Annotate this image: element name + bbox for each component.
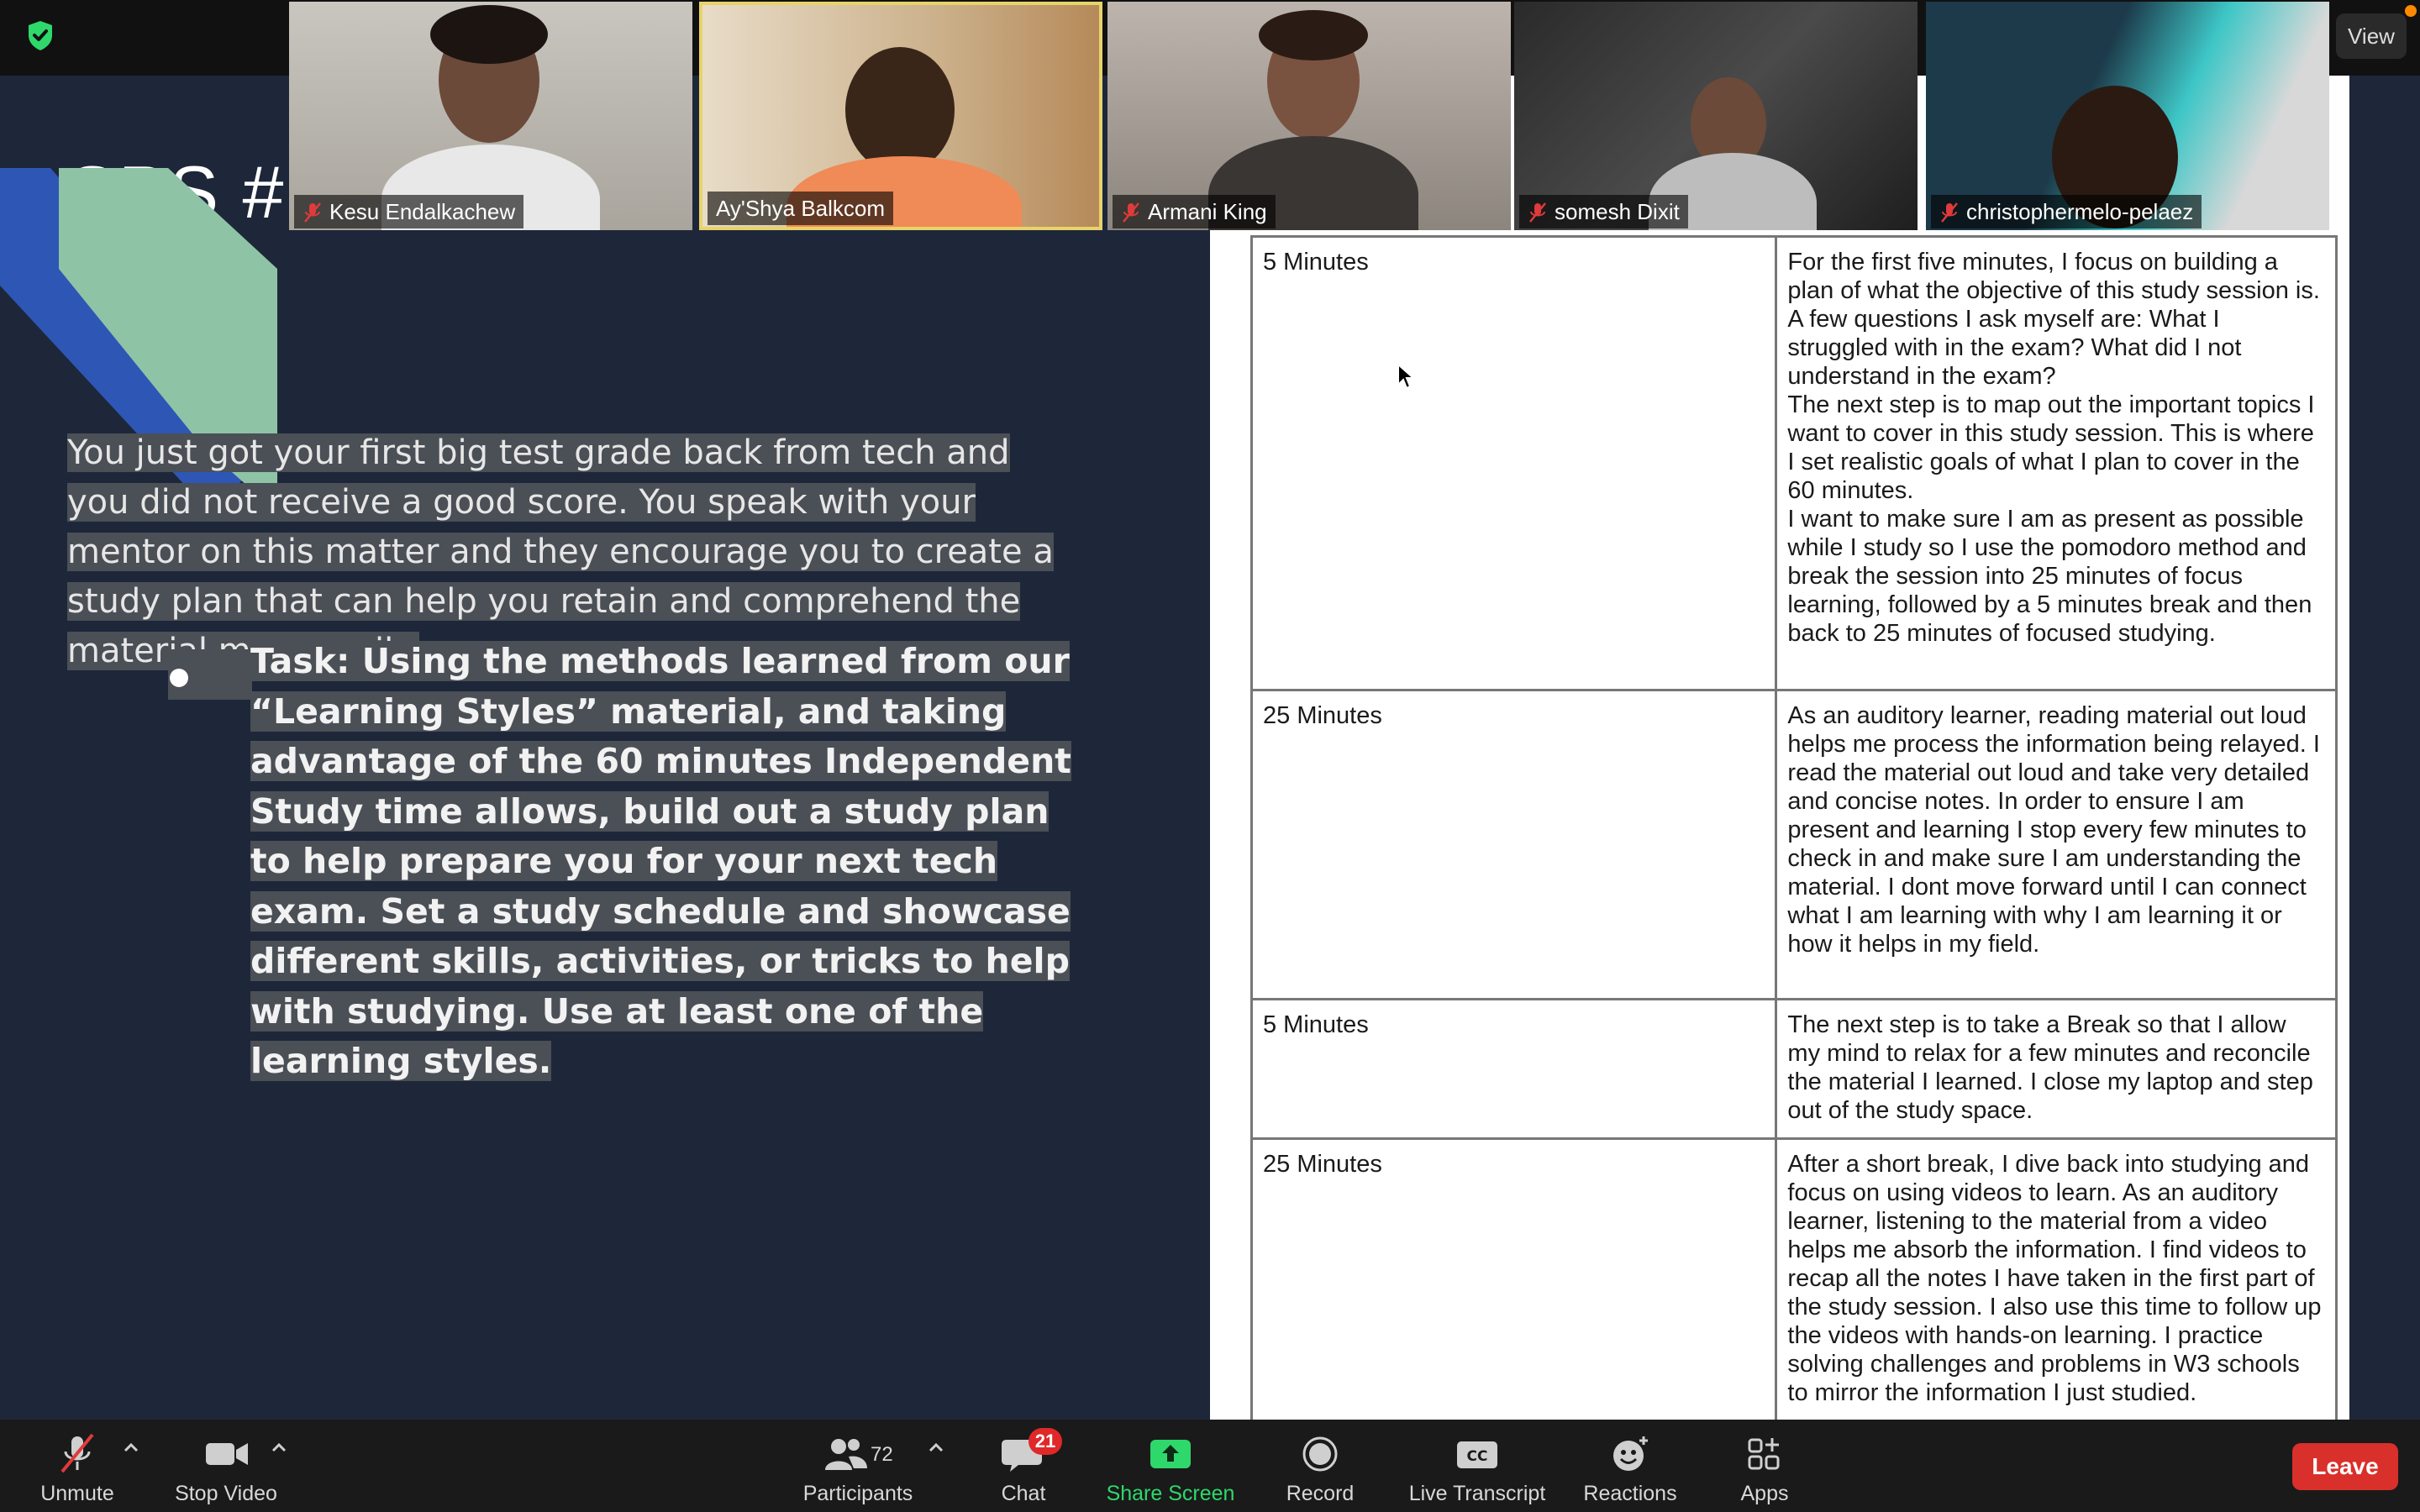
participant-name-badge: Ay'Shya Balkcom [708,192,894,225]
participant-name-badge: Armani King [1113,195,1276,228]
record-button[interactable]: Record [1279,1420,1361,1512]
description-cell: For the first five minutes, I focus on b… [1775,235,2338,691]
participant-name-badge: christophermelo-pelaez [1931,195,2202,228]
notification-dot [2405,5,2417,17]
chat-button[interactable]: 21 Chat [990,1420,1062,1512]
participant-tile[interactable]: somesh Dixit [1514,2,1918,230]
meeting-controls-toolbar: Unmute Stop Video 72 Participants 21 Cha… [0,1420,2420,1512]
share-screen-button[interactable]: Share Screen [1101,1420,1240,1512]
participant-name: Ay'Shya Balkcom [716,196,886,221]
description-cell: The next step is to take a Break so that… [1775,998,2338,1140]
chat-label: Chat [1001,1482,1046,1505]
reactions-button[interactable]: Reactions [1580,1420,1681,1512]
participants-icon-group: 72 [812,1433,904,1475]
description-cell: After a short break, I dive back into st… [1775,1137,2338,1420]
study-plan-table: 5 Minutes For the first five minutes, I … [1249,235,2338,1420]
mic-muted-icon [60,1433,94,1473]
mic-muted-icon [1941,202,1958,223]
participant-video-strip: Kesu Endalkachew Ay'Shya Balkcom Armani … [286,0,2336,232]
closed-caption-icon: CC [1457,1441,1497,1468]
participant-name: somesh Dixit [1555,199,1680,224]
chevron-up-icon[interactable] [928,1441,944,1453]
leave-label: Leave [2312,1453,2379,1479]
participant-tile[interactable]: Armani King [1107,2,1511,230]
leave-button[interactable]: Leave [2292,1443,2398,1490]
table-row: 5 Minutes For the first five minutes, I … [1249,235,2338,691]
mic-muted-icon [304,202,321,223]
chat-unread-badge: 21 [1028,1428,1062,1455]
participant-name: christophermelo-pelaez [1966,199,2194,224]
unmute-label: Unmute [40,1482,114,1505]
participant-name: Kesu Endalkachew [329,199,516,224]
mouse-cursor-icon [1397,363,1415,390]
stop-video-label: Stop Video [175,1482,277,1505]
chat-icon-wrap: 21 [998,1428,1062,1475]
participant-tile[interactable]: christophermelo-pelaez [1926,2,2329,230]
slide-paragraph-text: You just got your first big test grade b… [67,433,1054,670]
live-transcript-button[interactable]: CC Live Transcript [1405,1420,1549,1512]
smiley-plus-icon [1613,1436,1648,1471]
shared-slide: SPS #7 You just got your first big test … [0,76,1210,1420]
description-cell: As an auditory learner, reading material… [1775,689,2338,1000]
apps-label: Apps [1740,1482,1789,1505]
record-icon [1302,1436,1338,1472]
table-row: 25 Minutes As an auditory learner, readi… [1249,689,2338,1000]
participants-button[interactable]: 72 Participants [798,1420,918,1512]
video-camera-icon [206,1443,248,1465]
view-button[interactable]: View [2336,13,2407,59]
duration-cell: 5 Minutes [1249,235,1778,691]
svg-text:CC: CC [1467,1448,1488,1465]
shared-document: 5 Minutes For the first five minutes, I … [1210,76,2420,1420]
chevron-up-icon[interactable] [271,1441,287,1453]
participant-name-badge: somesh Dixit [1519,195,1688,228]
share-screen-icon [1150,1440,1191,1468]
live-transcript-label: Live Transcript [1408,1482,1546,1505]
duration-cell: 25 Minutes [1249,1137,1778,1420]
table-row: 5 Minutes The next step is to take a Bre… [1249,998,2338,1140]
participants-count: 72 [871,1443,893,1466]
duration-cell: 5 Minutes [1249,998,1778,1140]
table-row: 25 Minutes After a short break, I dive b… [1249,1137,2338,1420]
participant-tile[interactable]: Kesu Endalkachew [289,2,692,230]
document-page: 5 Minutes For the first five minutes, I … [1210,76,2349,1420]
duration-cell: 25 Minutes [1249,689,1778,1000]
bullet-dot [170,669,188,687]
slide-task-text: Task: Using the methods learned from our… [250,641,1071,1081]
apps-grid-icon [1748,1438,1780,1470]
apps-button[interactable]: Apps [1731,1420,1798,1512]
people-icon [825,1439,867,1470]
participant-name: Armani King [1148,199,1267,224]
participant-tile-active-speaker[interactable]: Ay'Shya Balkcom [699,2,1102,230]
view-label: View [2348,23,2395,49]
mic-muted-icon [1123,202,1139,223]
chevron-up-icon[interactable] [123,1441,139,1453]
stop-video-button[interactable]: Stop Video [170,1420,282,1512]
record-label: Record [1286,1482,1355,1505]
share-screen-label: Share Screen [1106,1482,1235,1505]
shield-check-icon[interactable] [24,18,57,52]
participant-name-badge: Kesu Endalkachew [294,195,524,228]
mic-muted-icon [1529,202,1546,223]
slide-task: Task: Using the methods learned from our… [250,637,1074,1087]
reactions-label: Reactions [1583,1482,1677,1505]
unmute-button[interactable]: Unmute [34,1420,121,1512]
participants-label: Participants [802,1482,913,1505]
